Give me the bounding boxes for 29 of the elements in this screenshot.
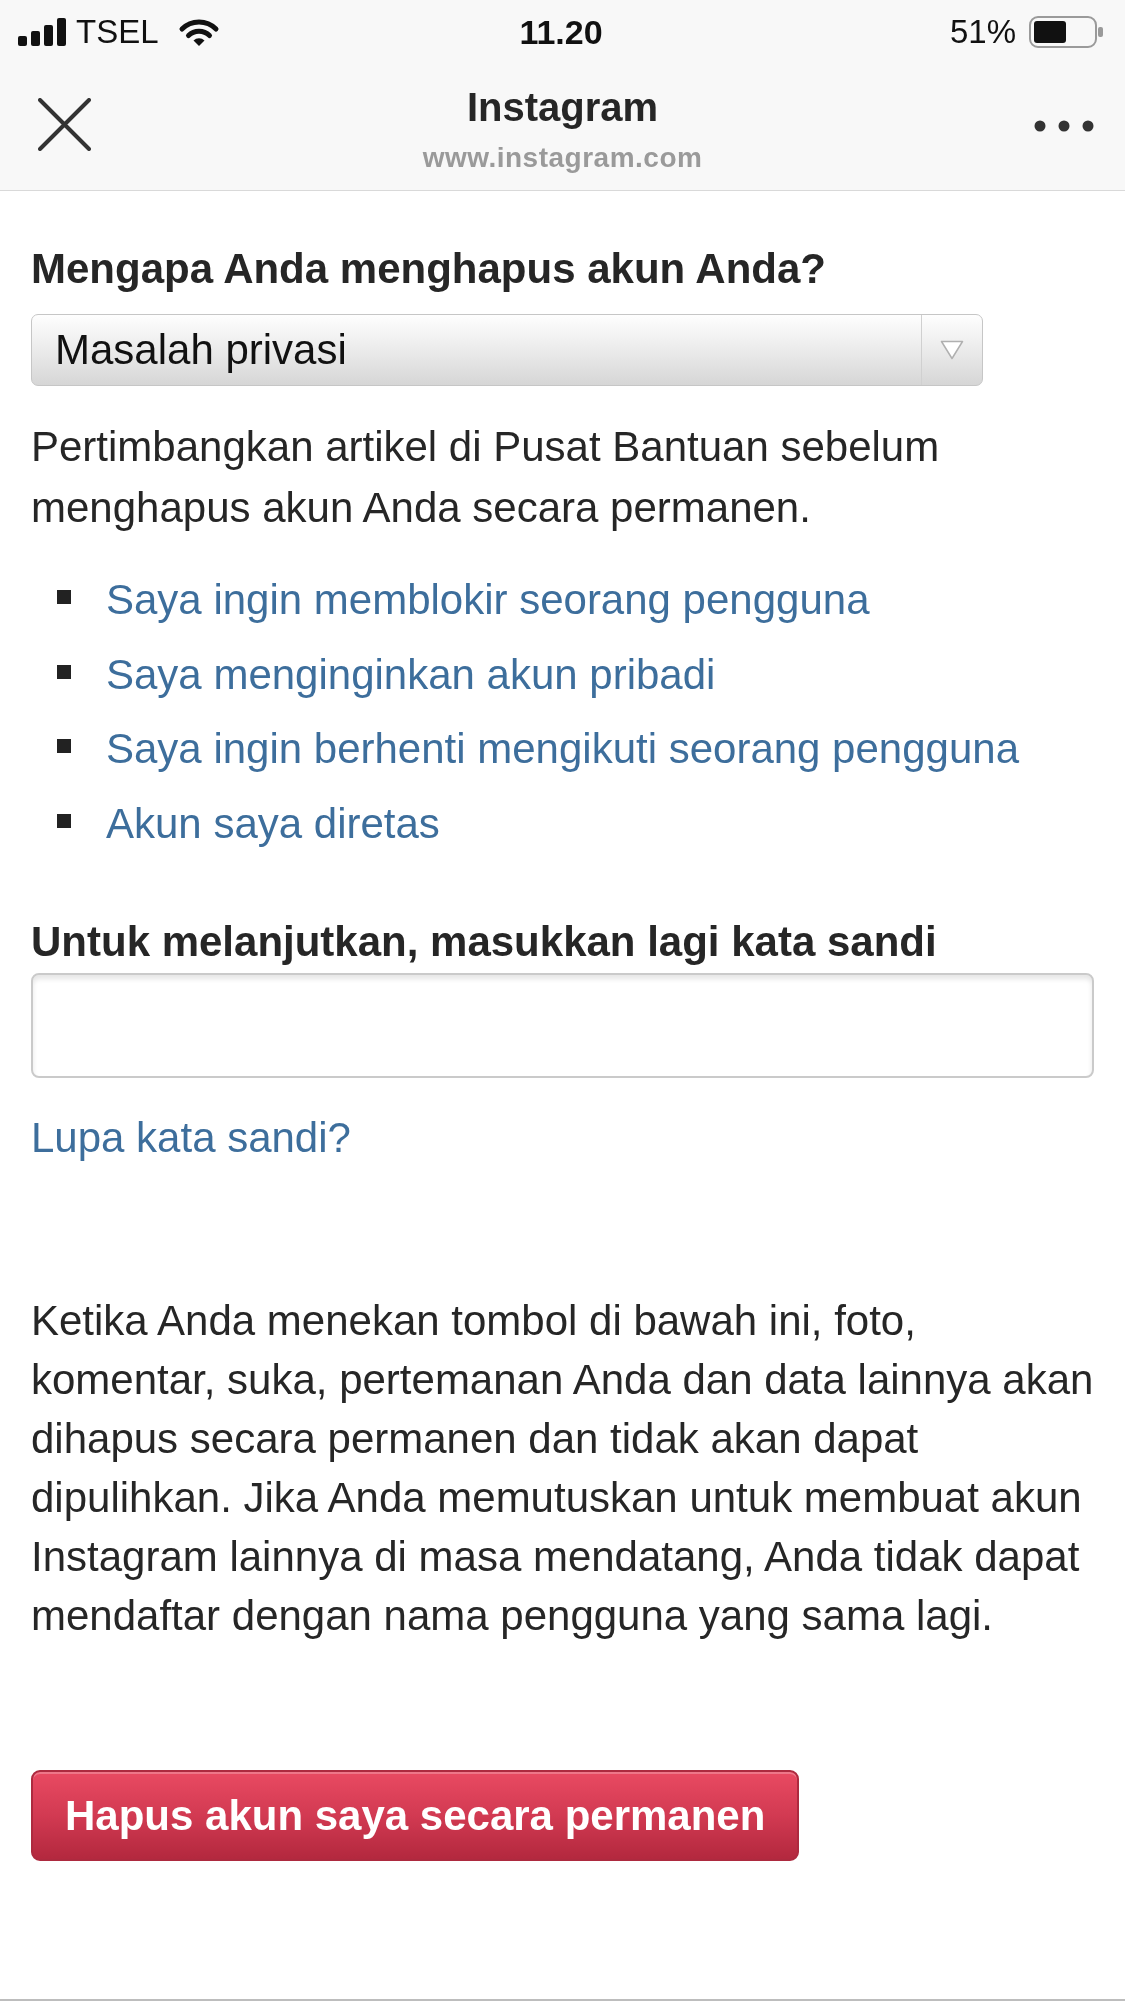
signal-bars-icon <box>18 18 66 46</box>
status-time: 11.20 <box>519 12 603 52</box>
reason-select[interactable]: Masalah privasi <box>31 314 983 386</box>
help-article-link[interactable]: Saya ingin berhenti mengikuti seorang pengguna <box>106 724 1019 775</box>
more-button[interactable] <box>1034 120 1094 132</box>
warning-text: Ketika Anda menekan tombol di bawah ini, foto, komentar, suka, pertemanan Anda dan data lainnya akan dihapus secara permanen dan tidak akan dapat dipulihkan. Jika Anda memutuskan untuk membuat akun Instagram lainnya di masa mendatang, Anda tidak dapat mendaftar dengan nama pengguna yang sama lagi. <box>31 1296 1095 1641</box>
wifi-icon <box>177 17 220 47</box>
more-icon <box>1034 120 1094 132</box>
page-url: www.instagram.com <box>422 142 703 174</box>
battery-icon <box>1029 16 1104 48</box>
close-button[interactable] <box>38 98 91 151</box>
forgot-password-link[interactable]: Lupa kata sandi? <box>31 1113 351 1163</box>
caret-icon <box>940 340 964 360</box>
help-article-link[interactable]: Saya menginginkan akun pribadi <box>106 649 716 700</box>
help-article-link[interactable]: Akun saya diretas <box>106 798 440 849</box>
close-icon <box>38 98 91 151</box>
question-heading: Mengapa Anda menghapus akun Anda? <box>31 244 826 294</box>
delete-account-button[interactable]: Hapus akun saya secara permanen <box>31 1770 800 1861</box>
help-article-link[interactable]: Saya ingin memblokir seorang pengguna <box>106 575 870 626</box>
password-field[interactable] <box>31 973 1094 1078</box>
help-text: Pertimbangkan artikel di Pusat Bantuan sebelum menghapus akun Anda secara permanen. <box>31 422 941 533</box>
square-bullet-icon <box>57 739 71 754</box>
password-label: Untuk melanjutkan, masukkan lagi kata sandi <box>31 917 937 967</box>
page-title: Instagram <box>466 85 659 129</box>
square-bullet-icon <box>57 590 71 605</box>
carrier-name: TSEL <box>76 12 159 52</box>
square-bullet-icon <box>57 813 71 828</box>
battery-percent: 51% <box>949 12 1016 52</box>
square-bullet-icon <box>57 664 71 679</box>
